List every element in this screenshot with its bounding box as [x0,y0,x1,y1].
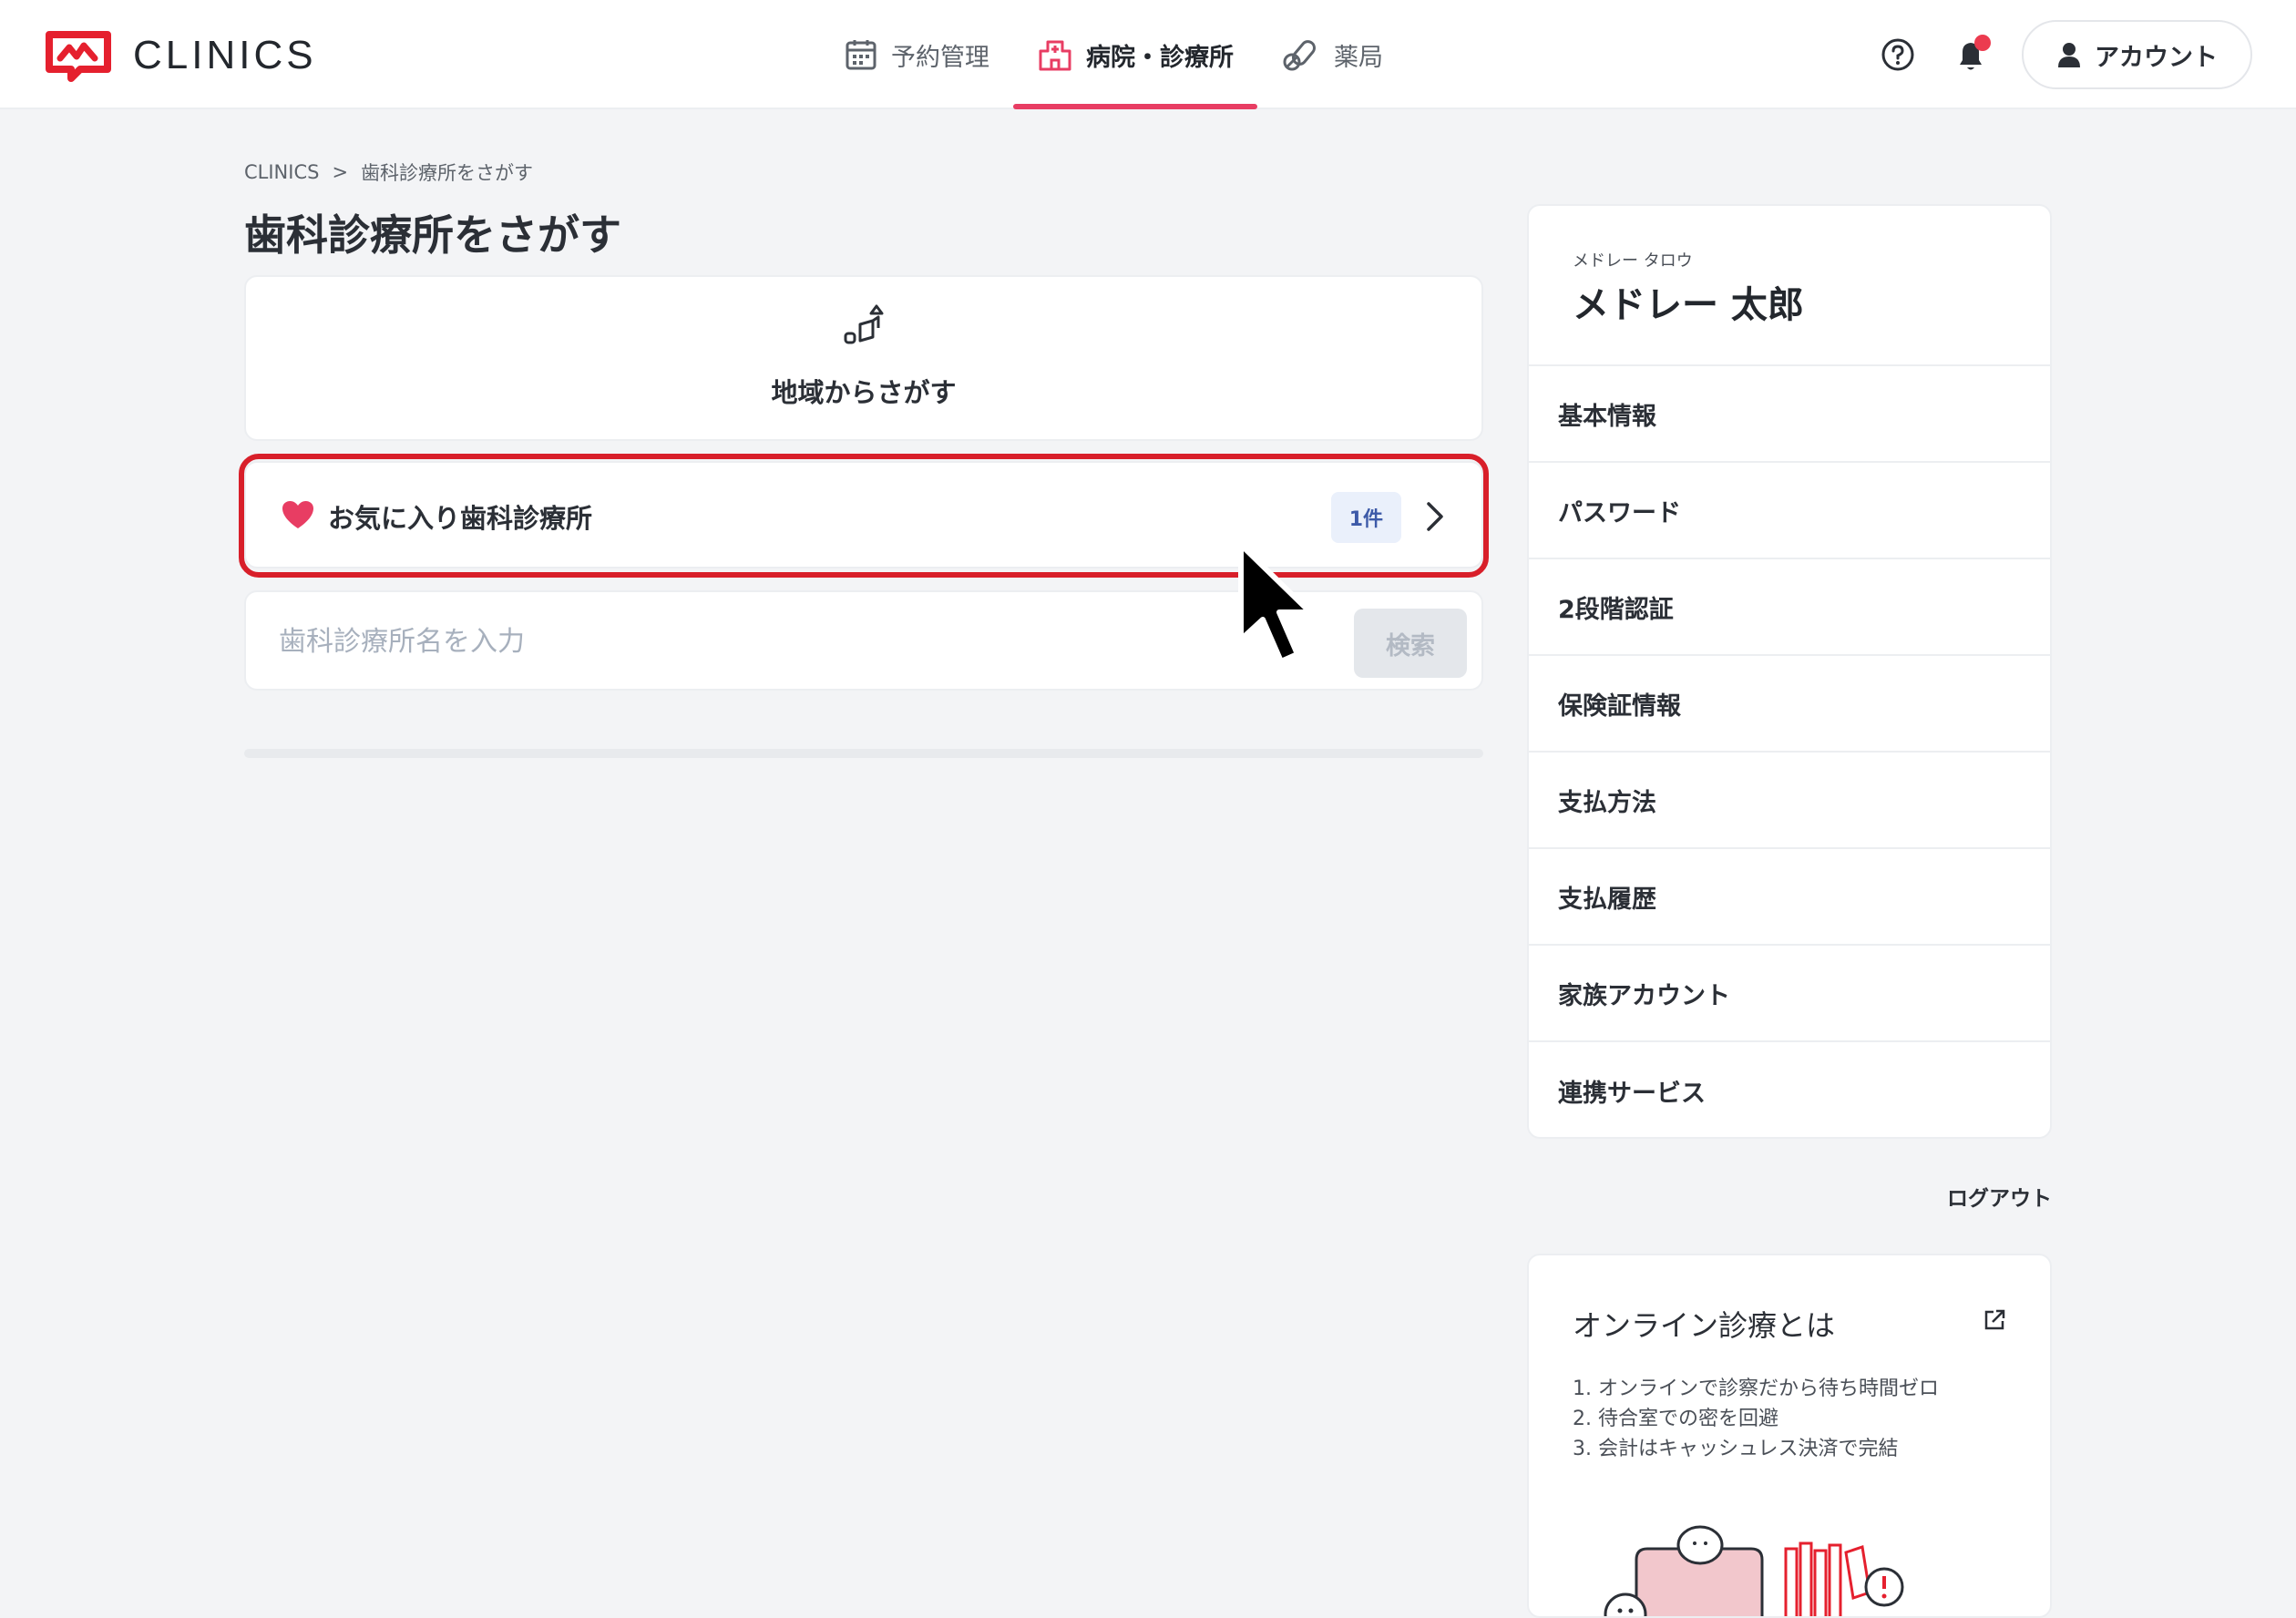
help-button[interactable] [1876,33,1920,77]
menu-payment-method[interactable]: 支払方法 [1529,753,2050,849]
breadcrumb-home-link[interactable]: CLINICS [244,161,319,183]
list-item: 2. 待合室での密を回避 [1573,1408,1778,1430]
account-label: アカウント [2095,43,2218,72]
info-benefits-list: 1. オンラインで診察だから待ち時間ゼロ 2. 待合室での密を回避 3. 会計は… [1573,1374,1939,1464]
list-item: 3. 会計はキャッシュレス決済で完結 [1573,1438,1899,1460]
clinic-name-search-input[interactable] [279,614,1272,669]
menu-family-account[interactable]: 家族アカウント [1529,946,2050,1042]
clinics-logo[interactable]: CLINICS [44,29,317,82]
profile-sidebar: メドレー タロウ メドレー 太郎 基本情報 パスワード 2段階認証 保険証情報 … [1527,204,2052,1139]
chevron-right-icon [1427,502,1443,531]
nav-pharmacy[interactable]: 薬局 [1257,0,1407,109]
clinics-logo-icon [46,31,111,82]
search-button[interactable]: 検索 [1354,609,1467,678]
online-consultation-illustration [1604,1525,1904,1616]
menu-password[interactable]: パスワード [1529,463,2050,559]
logout-link[interactable]: ログアウト [1913,1181,2052,1212]
pill-icon [1283,40,1316,71]
search-card: 検索 [244,590,1483,691]
notification-badge [1974,35,1991,51]
menu-linked-services[interactable]: 連携サービス [1529,1042,2050,1137]
menu-basic-info[interactable]: 基本情報 [1529,366,2050,463]
favorites-count-badge: 1件 [1330,492,1401,543]
profile-name: メドレー 太郎 [1573,284,1804,326]
online-consultation-card[interactable]: オンライン診療とは 1. オンラインで診察だから待ち時間ゼロ 2. 待合室での密… [1527,1254,2052,1618]
hospital-icon [1039,40,1071,71]
main-nav: 予約管理 病院・診療所 薬局 [820,0,1407,109]
breadcrumb: CLINICS > 歯科診療所をさがす [244,159,533,186]
calendar-icon [846,40,876,70]
menu-insurance-card[interactable]: 保険証情報 [1529,656,2050,753]
profile-header: メドレー タロウ メドレー 太郎 [1529,206,2050,366]
account-button[interactable]: アカウント [2022,20,2252,89]
notifications-button[interactable] [1949,33,1993,77]
breadcrumb-separator: > [332,161,349,183]
menu-two-factor-auth[interactable]: 2段階認証 [1529,559,2050,656]
help-icon [1881,38,1914,71]
nav-reservations[interactable]: 予約管理 [820,0,1013,109]
menu-payment-history[interactable]: 支払履歴 [1529,849,2050,946]
top-header: CLINICS 予約管理 病院・診療所 薬局 アカウント [0,0,2296,109]
nav-label: 薬局 [1334,43,1383,72]
external-link-icon [1984,1309,2005,1330]
heart-icon [282,501,313,528]
profile-name-kana: メドレー タロウ [1573,251,1693,271]
results-divider [244,749,1483,758]
area-search-card[interactable]: 地域からさがす [244,275,1483,441]
header-actions: アカウント [1876,20,2252,89]
area-search-label: 地域からさがす [771,377,957,408]
favorites-label: お気に入り歯科診療所 [328,503,593,534]
info-title: オンライン診療とは [1573,1308,1836,1343]
breadcrumb-current: 歯科診療所をさがす [361,162,534,184]
page-title: 歯科診療所をさがす [244,210,621,260]
nav-label: 病院・診療所 [1086,43,1234,72]
user-icon [2058,43,2080,67]
nav-label: 予約管理 [891,43,989,72]
logo-text: CLINICS [133,33,317,77]
nav-hospitals[interactable]: 病院・診療所 [1013,0,1257,109]
map-area-icon [844,304,884,344]
favorites-row[interactable]: お気に入り歯科診療所 1件 [244,461,1483,568]
list-item: 1. オンラインで診察だから待ち時間ゼロ [1573,1377,1939,1400]
